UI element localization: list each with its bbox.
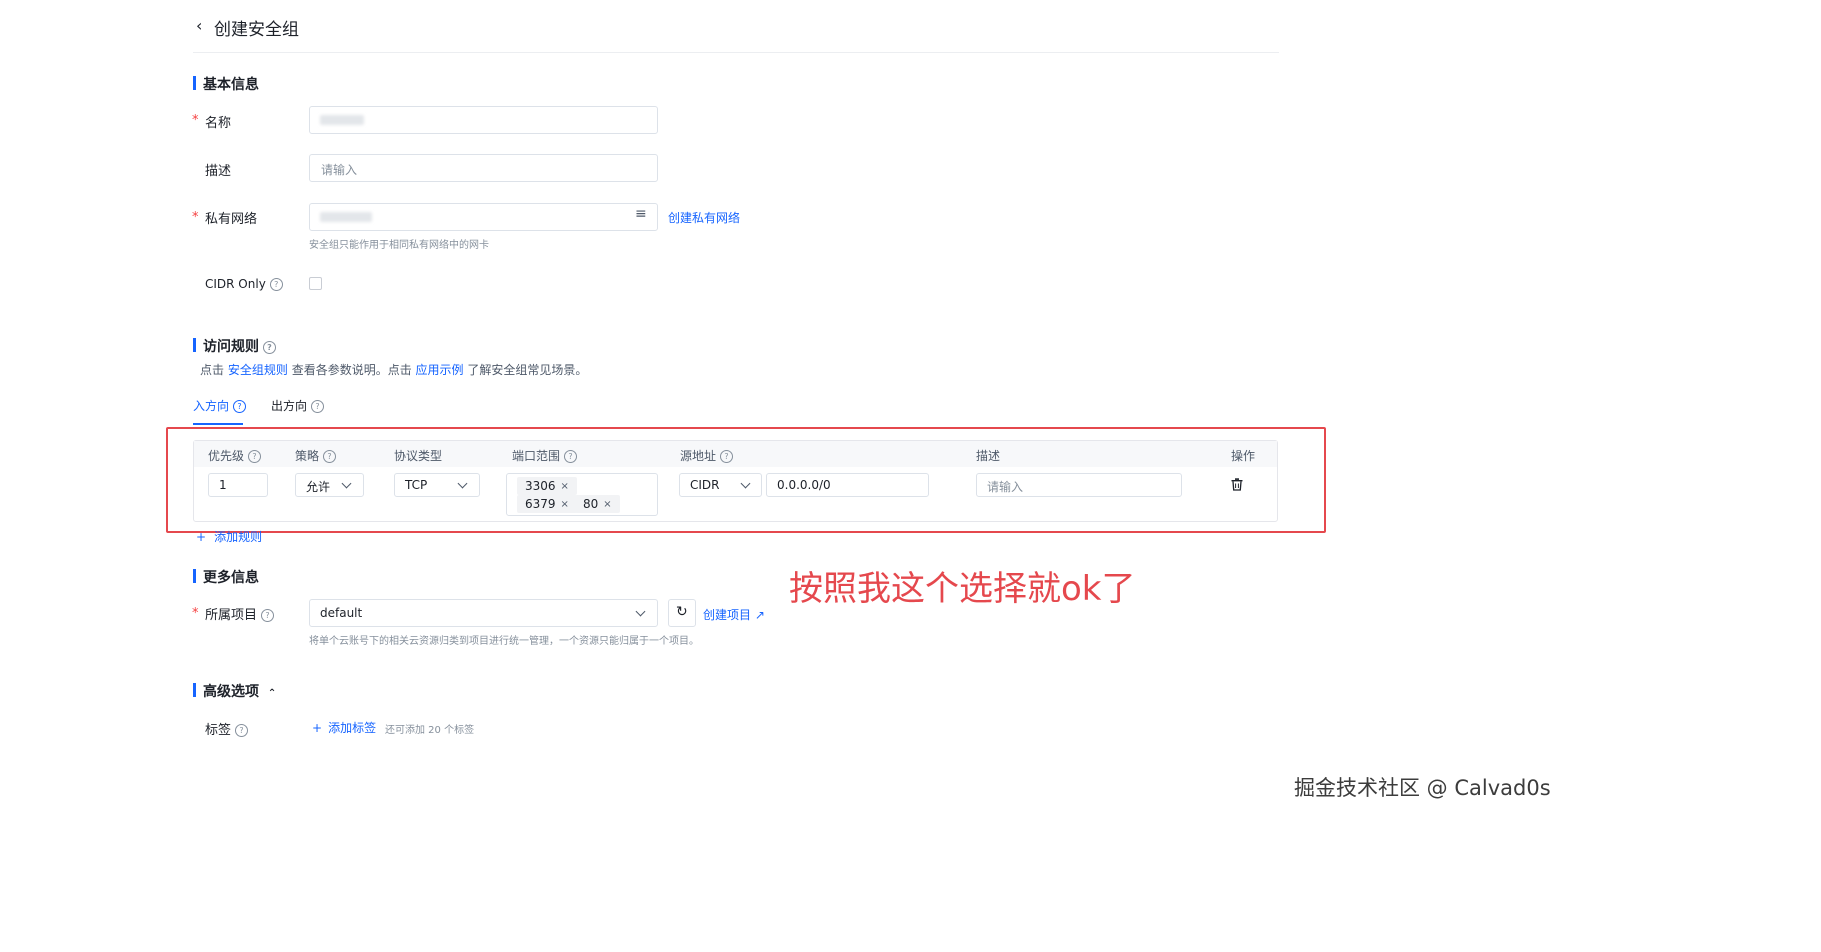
- examples-link[interactable]: 应用示例: [416, 363, 464, 377]
- plus-icon: +: [196, 530, 207, 544]
- section-marker: [193, 76, 196, 90]
- annotation-text: 按照我这个选择就ok了: [789, 569, 1136, 609]
- security-group-rules-link[interactable]: 安全组规则: [228, 363, 288, 377]
- section-marker: [193, 683, 196, 697]
- help-icon: ?: [311, 400, 325, 413]
- list-icon: ≡: [635, 206, 647, 222]
- section-title-more: 更多信息: [203, 570, 259, 586]
- tab-inbound[interactable]: 入方向?: [193, 397, 247, 414]
- project-value: default: [320, 606, 363, 620]
- external-link-icon: ↗: [754, 608, 765, 622]
- help-icon[interactable]: ?: [263, 340, 276, 354]
- project-label: 所属项目?: [205, 604, 275, 623]
- project-select[interactable]: default: [309, 599, 658, 627]
- help-icon[interactable]: ?: [261, 609, 275, 622]
- tab-active-indicator: [193, 423, 243, 425]
- section-marker: [193, 338, 196, 352]
- vpc-select[interactable]: ≡: [309, 203, 658, 231]
- redacted-vpc: [320, 212, 372, 222]
- back-icon[interactable]: ‹: [196, 16, 202, 35]
- section-title-advanced[interactable]: 高级选项 ⌃: [203, 681, 276, 701]
- chevron-down-icon: [635, 606, 646, 617]
- help-icon[interactable]: ?: [235, 724, 249, 737]
- help-icon[interactable]: ?: [269, 278, 283, 291]
- vpc-hint: 安全组只能作用于相同私有网络中的网卡: [309, 240, 489, 251]
- annotation-box: [166, 427, 1326, 533]
- plus-icon: +: [312, 721, 323, 735]
- description-input[interactable]: 请输入: [309, 154, 658, 182]
- page-title: 创建安全组: [214, 20, 299, 40]
- cidr-only-checkbox[interactable]: [309, 277, 322, 290]
- project-hint: 将单个云账号下的相关云资源归类到项目进行统一管理，一个资源只能归属于一个项目。: [309, 636, 699, 647]
- section-title-basic: 基本信息: [203, 77, 259, 93]
- name-label: 名称: [205, 116, 232, 131]
- refresh-button[interactable]: ↻: [668, 599, 696, 627]
- chevron-up-icon: ⌃: [267, 688, 277, 699]
- name-input[interactable]: [309, 106, 658, 134]
- watermark: 掘金技术社区 @ Calvad0s: [1294, 776, 1551, 800]
- tags-hint: 还可添加 20 个标签: [385, 725, 475, 736]
- header-divider: [193, 52, 1279, 53]
- cidr-only-label: CIDR Only?: [205, 277, 283, 291]
- section-marker: [193, 569, 196, 583]
- tab-outbound[interactable]: 出方向?: [271, 397, 325, 414]
- rules-description: 点击 安全组规则 查看各参数说明。点击 应用示例 了解安全组常见场景。: [200, 363, 588, 377]
- create-project-link[interactable]: 创建项目 ↗: [703, 606, 765, 623]
- add-rule-link[interactable]: + 添加规则: [196, 528, 262, 545]
- create-vpc-link[interactable]: 创建私有网络: [668, 209, 740, 226]
- section-title-rules: 访问规则?: [203, 336, 276, 356]
- vpc-label: 私有网络: [205, 212, 258, 227]
- required-mark: *: [192, 210, 199, 225]
- tags-label: 标签?: [205, 719, 249, 738]
- add-tag-link[interactable]: + 添加标签: [312, 719, 376, 736]
- refresh-icon: ↻: [676, 604, 688, 620]
- description-placeholder: 请输入: [321, 163, 358, 177]
- description-label: 描述: [205, 164, 232, 179]
- help-icon: ?: [233, 400, 247, 413]
- required-mark: *: [192, 606, 199, 621]
- required-mark: *: [192, 113, 199, 128]
- redacted-name: [320, 115, 364, 125]
